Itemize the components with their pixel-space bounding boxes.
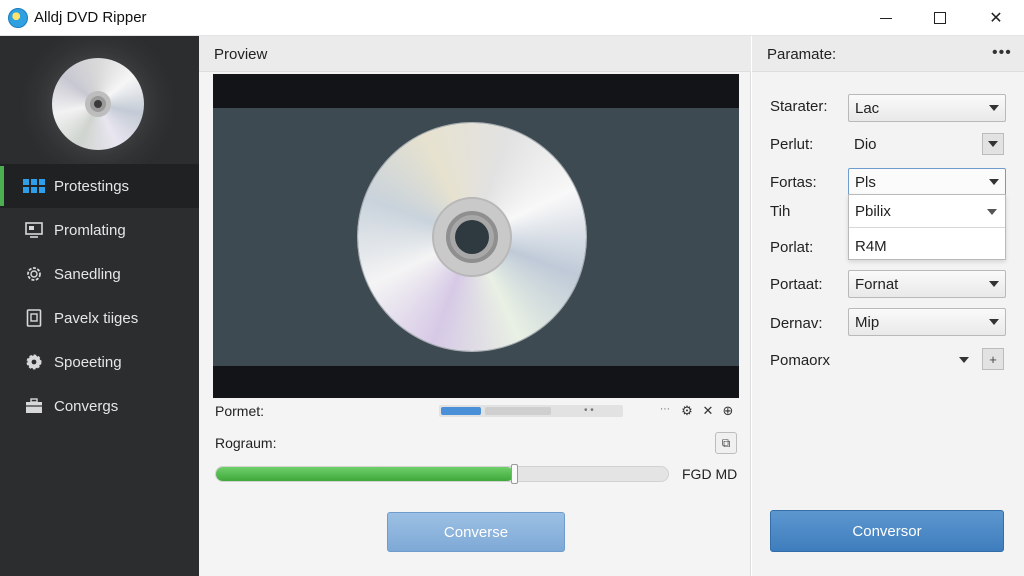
- format-slider-fill: [441, 407, 481, 415]
- chevron-down-icon: [989, 179, 999, 185]
- minimize-button[interactable]: [858, 0, 914, 36]
- progress-thumb[interactable]: [511, 464, 518, 484]
- fortas-value: Pls: [855, 173, 876, 191]
- dvd-disc-icon: [52, 58, 144, 150]
- sidebar-item-label: Convergs: [54, 397, 119, 415]
- sidebar-item-protestings[interactable]: Protestings: [0, 164, 199, 208]
- perlut-value: Dio: [854, 136, 877, 153]
- portaat-select[interactable]: Fornat: [848, 270, 1006, 298]
- document-icon: [24, 308, 44, 328]
- settings-icon[interactable]: ⚙: [679, 403, 695, 419]
- preview-panel: Proview Pormet: • • ⋯ ⚙ ✕ ⊕ Rograum: ⧉ F…: [199, 36, 751, 576]
- perlut-dropdown-button[interactable]: [982, 133, 1004, 155]
- progress-label: Rograum:: [215, 435, 277, 451]
- porlat-label: Porlat:: [770, 239, 814, 256]
- sidebar-item-convergs[interactable]: Convergs: [0, 384, 199, 428]
- fortas-label: Fortas:: [770, 174, 817, 191]
- toolbox-icon: [24, 396, 44, 416]
- perlut-label: Perlut:: [770, 136, 814, 153]
- chevron-down-icon: [989, 105, 999, 111]
- maximize-button[interactable]: [912, 0, 968, 36]
- dernav-label: Dernav:: [770, 315, 823, 332]
- dvd-disc-icon: [358, 123, 586, 351]
- grid-icon: [23, 176, 45, 196]
- dropdown-option[interactable]: Pbilix: [855, 203, 891, 220]
- chevron-down-icon[interactable]: [959, 357, 969, 363]
- target-icon[interactable]: ⊕: [720, 403, 736, 419]
- sidebar-nav: Protestings Promlating Sanedling Pavelx …: [0, 164, 199, 428]
- gear-outline-icon: [24, 264, 44, 284]
- app-title: Alldj DVD Ripper: [34, 9, 147, 26]
- dernav-select[interactable]: Mip: [848, 308, 1006, 336]
- more-icon[interactable]: •••: [992, 44, 1012, 62]
- close-button[interactable]: ✕: [968, 0, 1024, 36]
- app-logo-icon: [8, 8, 28, 28]
- parameters-title: Paramate:: [767, 46, 837, 63]
- size-text: FGD MD: [682, 466, 738, 482]
- plus-button[interactable]: +: [982, 348, 1004, 370]
- title-bar: Alldj DVD Ripper ✕: [0, 0, 1024, 36]
- format-label: Pormet:: [215, 403, 265, 419]
- chevron-down-icon: [989, 281, 999, 287]
- sidebar-item-label: Spoeeting: [54, 353, 122, 371]
- sidebar-item-promlating[interactable]: Promlating: [0, 208, 199, 252]
- fortas-select[interactable]: Pls: [848, 168, 1006, 196]
- conversor-button[interactable]: Conversor: [770, 510, 1004, 552]
- format-slider-segment: [485, 407, 551, 415]
- sidebar: Protestings Promlating Sanedling Pavelx …: [0, 36, 199, 576]
- sidebar-item-label: Protestings: [54, 177, 130, 195]
- starter-select[interactable]: Lac: [848, 94, 1006, 122]
- sidebar-item-label: Sanedling: [54, 265, 121, 283]
- chevron-down-icon: [989, 319, 999, 325]
- copy-icon[interactable]: ⧉: [715, 432, 737, 454]
- progress-fill: [216, 467, 514, 481]
- video-content: [213, 108, 739, 366]
- more-icon[interactable]: ⋯: [660, 404, 670, 415]
- sidebar-item-pavelx-tiiges[interactable]: Pavelx tiiges: [0, 296, 199, 340]
- starter-label: Starater:: [770, 98, 828, 115]
- starter-value: Lac: [855, 99, 880, 117]
- tih-label: Tih: [770, 203, 791, 220]
- format-dots: • •: [584, 405, 594, 416]
- sidebar-item-label: Pavelx tiiges: [54, 309, 139, 327]
- sidebar-item-spoeeting[interactable]: Spoeeting: [0, 340, 199, 384]
- progress-bar[interactable]: [215, 464, 669, 484]
- fortas-dropdown-list: Pbilix R4M: [848, 194, 1006, 260]
- dropdown-divider: [849, 227, 1005, 228]
- portaat-value: Fornat: [855, 275, 899, 293]
- preview-header: Proview: [199, 36, 751, 72]
- portaat-label: Portaat:: [770, 276, 823, 293]
- chevron-down-icon: [988, 141, 998, 147]
- converse-button[interactable]: Converse: [387, 512, 565, 552]
- maximize-icon: [934, 12, 946, 24]
- dropdown-option[interactable]: R4M: [855, 238, 887, 255]
- video-preview[interactable]: [213, 74, 739, 398]
- preview-title: Proview: [214, 46, 268, 63]
- sidebar-item-sanedling[interactable]: Sanedling: [0, 252, 199, 296]
- parameters-panel: Paramate: ••• Starater: Lac Perlut: Dio …: [752, 36, 1024, 576]
- close-icon[interactable]: ✕: [700, 403, 716, 419]
- minimize-icon: [880, 17, 892, 19]
- pornaorx-label: Pomaorx: [770, 352, 831, 369]
- sidebar-item-label: Promlating: [54, 221, 126, 239]
- dernav-value: Mip: [855, 313, 880, 331]
- gear-icon: [24, 352, 44, 372]
- parameters-header: Paramate: •••: [752, 36, 1024, 72]
- chevron-down-icon: [987, 209, 997, 215]
- monitor-icon: [24, 220, 44, 240]
